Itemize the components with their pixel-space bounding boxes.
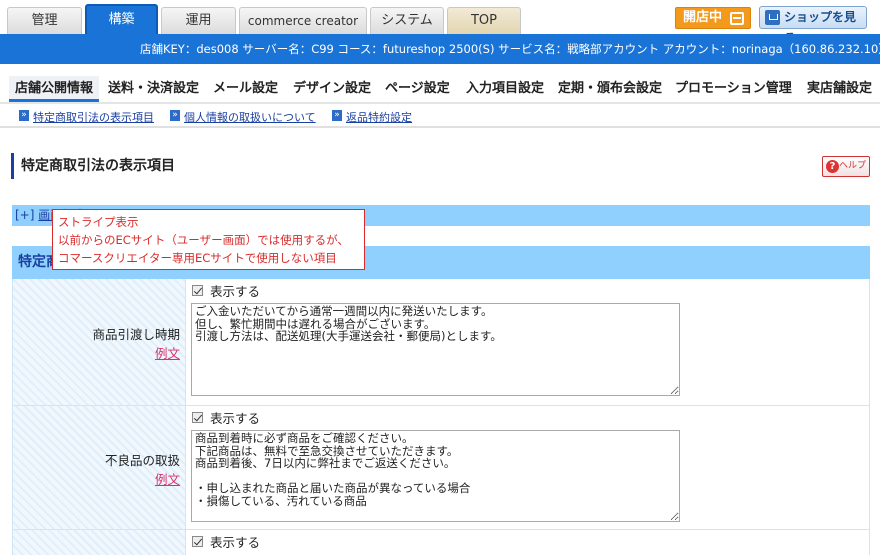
table-row: 商品引渡し時期 例文 表示する ご入金いただいてから通常一週間以内に発送いたしま… — [12, 279, 870, 406]
delivery-timing-textarea[interactable]: ご入金いただいてから通常一週間以内に発送いたします。 但し、繁忙期間中は遅れる場… — [191, 303, 680, 396]
table-row: 不良品の取扱 例文 表示する 商品到着時に必ず商品をご確認ください。 下記商品は… — [12, 406, 870, 530]
table-row: 表示する — [12, 530, 870, 555]
tooltip-line-1: ストライプ表示 — [58, 215, 139, 229]
form-table: 商品引渡し時期 例文 表示する ご入金いただいてから通常一週間以内に発送いたしま… — [12, 279, 870, 555]
sublink-return-policy[interactable]: 返品特約設定 — [332, 109, 412, 125]
display-checkbox[interactable]: 表示する — [191, 533, 869, 550]
sublink-privacy[interactable]: 個人情報の取扱いについて — [170, 109, 316, 125]
help-icon: ? — [826, 160, 839, 173]
store-open-button[interactable]: 開店中 — [675, 7, 751, 29]
nav-promotion[interactable]: プロモーション管理 — [675, 76, 792, 102]
top-tab-bar: 管理 構築 運用 commerce creator システム TOP 開店中 シ… — [0, 0, 880, 45]
field-label: 不良品の取扱 — [104, 453, 180, 468]
main-nav: 店舗公開情報 送料・決済設定 メール設定 デザイン設定 ページ設定 入力項目設定… — [0, 74, 880, 104]
nav-input-fields[interactable]: 入力項目設定 — [466, 76, 544, 102]
checkbox-check-icon[interactable] — [192, 411, 203, 423]
nav-store-info[interactable]: 店舗公開情報 — [9, 76, 100, 102]
help-button[interactable]: ? ヘルプ — [822, 156, 870, 177]
checkbox-label: 表示する — [210, 410, 261, 426]
checkbox-label: 表示する — [210, 283, 261, 299]
tab-commerce-creator[interactable]: commerce creator — [239, 7, 367, 34]
sub-nav: 特定商取引法の表示項目 個人情報の取扱いについて 返品特約設定 — [0, 106, 880, 128]
row-label-cell: 不良品の取扱 例文 — [13, 406, 186, 529]
switch-icon — [730, 12, 744, 25]
store-open-label: 開店中 — [683, 10, 723, 25]
tooltip-line-3: コマースクリエイター専用ECサイトで使用しない項目 — [58, 251, 337, 265]
stripe-tooltip: ストライプ表示 以前からのECサイト（ユーザー画面）では使用するが、 コマースク… — [52, 209, 365, 270]
view-shop-button[interactable]: ショップを見る — [759, 6, 867, 45]
nav-page[interactable]: ページ設定 — [385, 76, 450, 102]
tab-system[interactable]: システム — [370, 7, 444, 34]
page-title: 特定商取引法の表示項目 — [11, 153, 175, 179]
nav-subscription[interactable]: 定期・頒布会設定 — [558, 76, 662, 102]
example-link[interactable]: 例文 — [155, 469, 180, 488]
display-checkbox[interactable]: 表示する — [191, 282, 869, 299]
help-label: ヘルプ — [839, 161, 867, 171]
tooltip-line-2: 以前からのECサイト（ユーザー画面）では使用するが、 — [58, 233, 349, 247]
defective-goods-textarea[interactable]: 商品到着時に必ず商品をご確認ください。 下記商品は、無料で至急交換させていただき… — [191, 430, 680, 522]
checkbox-check-icon[interactable] — [192, 535, 203, 547]
tab-top[interactable]: TOP — [447, 7, 521, 34]
checkbox-check-icon[interactable] — [192, 284, 203, 296]
nav-design[interactable]: デザイン設定 — [293, 76, 371, 102]
nav-shipping-payment[interactable]: 送料・決済設定 — [108, 76, 199, 102]
checkbox-label: 表示する — [210, 534, 261, 550]
example-link[interactable]: 例文 — [155, 343, 180, 362]
shop-icon — [765, 10, 780, 25]
expand-toggle[interactable]: [+] — [15, 208, 34, 222]
tab-build[interactable]: 構築 — [85, 4, 158, 35]
display-checkbox[interactable]: 表示する — [191, 409, 869, 426]
sublink-commerce-law[interactable]: 特定商取引法の表示項目 — [19, 109, 154, 125]
nav-mail[interactable]: メール設定 — [213, 76, 278, 102]
nav-physical-store[interactable]: 実店舗設定 — [807, 76, 872, 102]
account-info-bar: 店舗KEY：des008 サーバー名：C99 コース：futureshop 25… — [0, 34, 880, 64]
tab-manage[interactable]: 管理 — [7, 7, 82, 34]
field-label: 商品引渡し時期 — [92, 327, 180, 342]
row-label-cell — [13, 530, 186, 555]
row-label-cell: 商品引渡し時期 例文 — [13, 279, 186, 405]
tab-operate[interactable]: 運用 — [161, 7, 236, 34]
